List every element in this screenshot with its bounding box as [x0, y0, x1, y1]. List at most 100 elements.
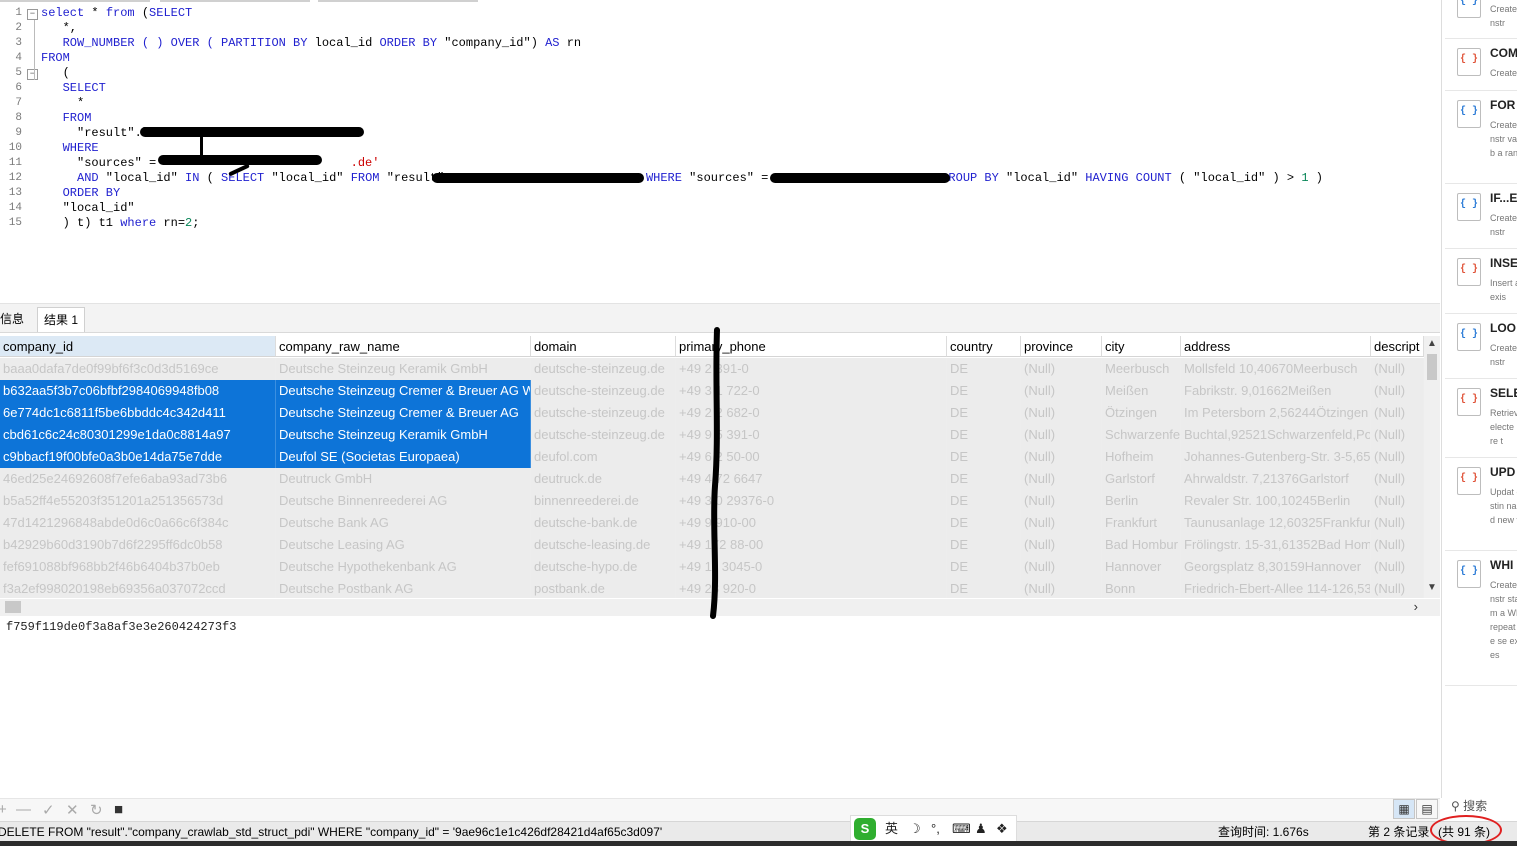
- table-cell[interactable]: b5a52ff4e55203f351201a251356573d: [0, 490, 276, 512]
- snippet-item[interactable]: { } FOR Create constr variab a rang: [1445, 90, 1517, 184]
- code-line[interactable]: ROW_NUMBER ( ) OVER ( PARTITION BY local…: [41, 36, 1323, 51]
- snippet-item[interactable]: { } Create constr: [1445, 0, 1517, 39]
- table-cell[interactable]: deutsche-steinzeug.de: [531, 402, 676, 424]
- grid-view-icon[interactable]: ▦: [1393, 799, 1415, 819]
- table-cell[interactable]: Fabrikstr. 9,01662Meißen: [1181, 380, 1371, 402]
- editor-tab-stub[interactable]: [318, 0, 478, 2]
- table-cell[interactable]: (Null): [1021, 490, 1102, 512]
- table-cell[interactable]: deutsche-bank.de: [531, 512, 676, 534]
- table-cell[interactable]: (Null): [1371, 468, 1424, 490]
- column-header-domain[interactable]: domain: [531, 336, 676, 357]
- form-view-icon[interactable]: ▤: [1416, 799, 1438, 819]
- editor-tab-stub[interactable]: [160, 0, 310, 2]
- column-header-company-raw-name[interactable]: company_raw_name: [276, 336, 531, 357]
- table-cell[interactable]: Taunusanlage 12,60325Frankfurt: [1181, 512, 1371, 534]
- table-cell[interactable]: f3a2ef998020198eb69356a037072ccd: [0, 578, 276, 598]
- table-cell[interactable]: b42929b60d3190b7d6f2295ff6dc0b58: [0, 534, 276, 556]
- table-cell[interactable]: postbank.de: [531, 578, 676, 598]
- table-cell[interactable]: b632aa5f3b7c06bfbf2984069948fb08: [0, 380, 276, 402]
- snippet-item[interactable]: { } COM Create: [1445, 38, 1517, 91]
- scroll-thumb[interactable]: [5, 601, 21, 613]
- sql-editor[interactable]: 1 2 3 4 5 6 7 8 9 10 11 12 13 14 15 − − select * from …: [0, 0, 1440, 302]
- table-cell[interactable]: DE: [947, 402, 1021, 424]
- table-cell[interactable]: Deutsche Steinzeug Cremer & Breuer AG W: [276, 380, 531, 402]
- snippet-item[interactable]: { } SELE Retriev selecte more t: [1445, 378, 1517, 458]
- delete-row-icon[interactable]: —: [16, 801, 31, 818]
- table-cell[interactable]: DE: [947, 534, 1021, 556]
- table-cell[interactable]: Ahrwaldstr. 7,21376Garlstorf: [1181, 468, 1371, 490]
- table-cell[interactable]: deutsche-hypo.de: [531, 556, 676, 578]
- table-cell[interactable]: Deutsche Postbank AG: [276, 578, 531, 598]
- table-cell[interactable]: (Null): [1371, 534, 1424, 556]
- table-cell[interactable]: (Null): [1021, 512, 1102, 534]
- table-cell[interactable]: DE: [947, 556, 1021, 578]
- tab-result-1[interactable]: 结果 1: [37, 307, 86, 332]
- table-cell[interactable]: Hofheim: [1102, 446, 1181, 468]
- table-cell[interactable]: Deutsche Steinzeug Keramik GmbH: [276, 358, 531, 380]
- snippet-item[interactable]: { } LOO Create constr: [1445, 313, 1517, 379]
- fold-toggle[interactable]: −: [27, 9, 38, 20]
- snippet-item[interactable]: { } INSE Insert an exis: [1445, 248, 1517, 314]
- table-cell[interactable]: Deufol SE (Societas Europaea): [276, 446, 531, 468]
- table-cell[interactable]: DE: [947, 468, 1021, 490]
- table-cell[interactable]: (Null): [1021, 534, 1102, 556]
- editor-tab-stub[interactable]: [0, 0, 150, 2]
- table-cell[interactable]: Deutsche Steinzeug Keramik GmbH: [276, 424, 531, 446]
- table-cell[interactable]: deutruck.de: [531, 468, 676, 490]
- table-cell[interactable]: Hannover: [1102, 556, 1181, 578]
- table-cell[interactable]: Deutsche Hypothekenbank AG: [276, 556, 531, 578]
- table-cell[interactable]: Meerbusch: [1102, 358, 1181, 380]
- table-cell[interactable]: 46ed25e24692608f7efe6aba93ad73b6: [0, 468, 276, 490]
- keyboard-icon[interactable]: ⌨: [952, 816, 971, 842]
- column-header-country[interactable]: country: [947, 336, 1021, 357]
- table-cell[interactable]: fef691088bf968bb2f46b6404b37b0eb: [0, 556, 276, 578]
- column-header-city[interactable]: city: [1102, 336, 1181, 357]
- table-cell[interactable]: DE: [947, 490, 1021, 512]
- table-cell[interactable]: (Null): [1371, 490, 1424, 512]
- table-cell[interactable]: Friedrich-Ebert-Allee 114-126,53: [1181, 578, 1371, 598]
- user-icon[interactable]: ♟: [975, 816, 987, 842]
- scroll-up-icon[interactable]: ▲: [1426, 338, 1438, 349]
- table-cell[interactable]: Garlstorf: [1102, 468, 1181, 490]
- table-cell[interactable]: DE: [947, 380, 1021, 402]
- table-cell[interactable]: (Null): [1021, 358, 1102, 380]
- code-line[interactable]: SELECT: [41, 81, 1323, 96]
- code-line[interactable]: ) t) t1 where rn=2;: [41, 216, 1323, 231]
- table-cell[interactable]: deutsche-steinzeug.de: [531, 380, 676, 402]
- code-line[interactable]: FROM: [41, 111, 1323, 126]
- table-cell[interactable]: deutsche-leasing.de: [531, 534, 676, 556]
- table-cell[interactable]: Deutsche Steinzeug Cremer & Breuer AG: [276, 402, 531, 424]
- table-cell[interactable]: DE: [947, 512, 1021, 534]
- table-cell[interactable]: DE: [947, 446, 1021, 468]
- table-cell[interactable]: (Null): [1021, 468, 1102, 490]
- table-cell[interactable]: deufol.com: [531, 446, 676, 468]
- table-cell[interactable]: (Null): [1371, 446, 1424, 468]
- table-cell[interactable]: (Null): [1371, 380, 1424, 402]
- table-cell[interactable]: Deutsche Bank AG: [276, 512, 531, 534]
- code-line[interactable]: *: [41, 96, 1323, 111]
- punctuation-icon[interactable]: °,: [931, 816, 940, 842]
- column-header-descript[interactable]: descript: [1371, 336, 1424, 357]
- code-line[interactable]: WHERE: [41, 141, 1323, 156]
- column-header-address[interactable]: address: [1181, 336, 1371, 357]
- ime-language[interactable]: 英: [885, 816, 898, 842]
- table-cell[interactable]: (Null): [1021, 424, 1102, 446]
- table-cell[interactable]: (Null): [1371, 424, 1424, 446]
- table-cell[interactable]: Im Petersborn 2,56244Ötzingen: [1181, 402, 1371, 424]
- ime-logo-icon[interactable]: S: [854, 818, 876, 840]
- discard-icon[interactable]: ✕: [66, 801, 79, 819]
- table-cell[interactable]: deutsche-steinzeug.de: [531, 424, 676, 446]
- table-cell[interactable]: Georgsplatz 8,30159Hannover: [1181, 556, 1371, 578]
- scroll-right-icon[interactable]: ›: [1414, 599, 1418, 614]
- table-cell[interactable]: (Null): [1371, 512, 1424, 534]
- refresh-icon[interactable]: ↻: [90, 801, 103, 819]
- table-cell[interactable]: Ötzingen: [1102, 402, 1181, 424]
- tab-info[interactable]: 信息: [0, 307, 30, 331]
- table-cell[interactable]: binnenreederei.de: [531, 490, 676, 512]
- table-cell[interactable]: Schwarzenfel: [1102, 424, 1181, 446]
- table-cell[interactable]: deutsche-steinzeug.de: [531, 358, 676, 380]
- table-cell[interactable]: Bonn: [1102, 578, 1181, 598]
- snippet-item[interactable]: { } IF...E Create constr: [1445, 183, 1517, 249]
- table-cell[interactable]: (Null): [1371, 358, 1424, 380]
- snippet-item[interactable]: { } WHI Create constr statem a WHI repeat …: [1445, 550, 1517, 686]
